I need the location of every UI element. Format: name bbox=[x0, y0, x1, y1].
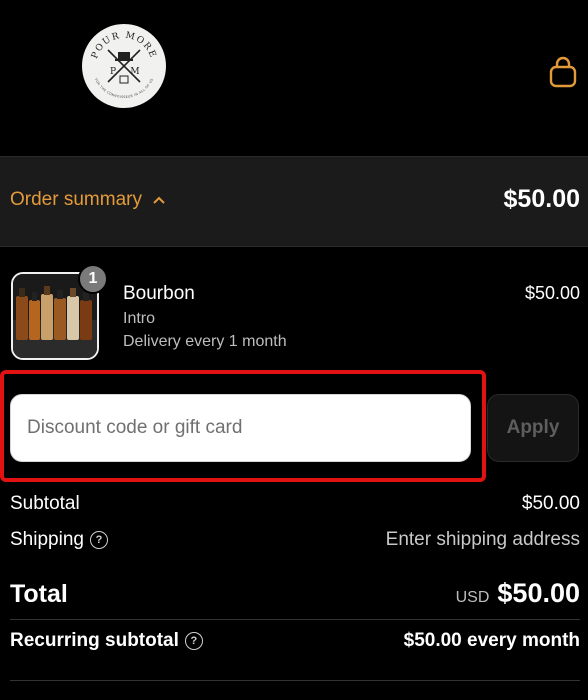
discount-code-input[interactable]: Discount code or gift card bbox=[10, 394, 471, 462]
order-summary-toggle[interactable]: Order summary bbox=[10, 189, 166, 211]
shipping-row: Shipping? Enter shipping address bbox=[10, 529, 580, 555]
recurring-subtotal-row: Recurring subtotal? $50.00 every month bbox=[10, 630, 580, 656]
shopping-bag-icon bbox=[549, 56, 577, 88]
shipping-value: Enter shipping address bbox=[385, 529, 580, 550]
chevron-up-icon bbox=[153, 196, 165, 204]
subtotal-label: Subtotal bbox=[10, 493, 80, 514]
help-icon[interactable]: ? bbox=[184, 632, 203, 650]
svg-text:P: P bbox=[110, 67, 116, 77]
currency-code: USD bbox=[455, 589, 490, 606]
total-amount: $50.00 bbox=[497, 578, 580, 608]
product-variant: Intro bbox=[123, 310, 156, 327]
total-row: Total USD $50.00 bbox=[10, 578, 580, 612]
order-summary-bar: Order summary $50.00 bbox=[0, 156, 588, 247]
product-name: Bourbon bbox=[123, 283, 195, 304]
delivery-frequency: Delivery every 1 month bbox=[123, 333, 287, 350]
line-item: 1 Bourbon Intro Delivery every 1 month $… bbox=[0, 248, 588, 368]
recurring-label: Recurring subtotal bbox=[10, 630, 179, 651]
product-price: $50.00 bbox=[524, 283, 580, 303]
svg-text:M: M bbox=[130, 67, 139, 77]
quantity-badge: 1 bbox=[78, 264, 108, 294]
divider bbox=[10, 619, 580, 620]
brand-logo[interactable]: POUR MORE FOR THE CONNOISSEUR IN ALL OF … bbox=[82, 24, 166, 108]
help-icon[interactable]: ? bbox=[89, 531, 108, 549]
subtotal-value: $50.00 bbox=[521, 493, 580, 514]
logo-graphic: POUR MORE FOR THE CONNOISSEUR IN ALL OF … bbox=[83, 25, 165, 107]
apply-button[interactable]: Apply bbox=[487, 394, 579, 462]
subtotal-row: Subtotal $50.00 bbox=[10, 493, 580, 519]
discount-placeholder: Discount code or gift card bbox=[27, 417, 243, 438]
divider bbox=[10, 680, 580, 681]
order-summary-label: Order summary bbox=[10, 189, 142, 210]
summary-total: $50.00 bbox=[503, 185, 580, 213]
recurring-value: $50.00 every month bbox=[403, 630, 580, 651]
site-header: POUR MORE FOR THE CONNOISSEUR IN ALL OF … bbox=[0, 0, 588, 156]
cart-button[interactable] bbox=[548, 56, 578, 88]
shipping-label: Shipping bbox=[10, 529, 84, 550]
total-label: Total bbox=[10, 580, 68, 608]
total-value-group: USD $50.00 bbox=[456, 578, 580, 609]
